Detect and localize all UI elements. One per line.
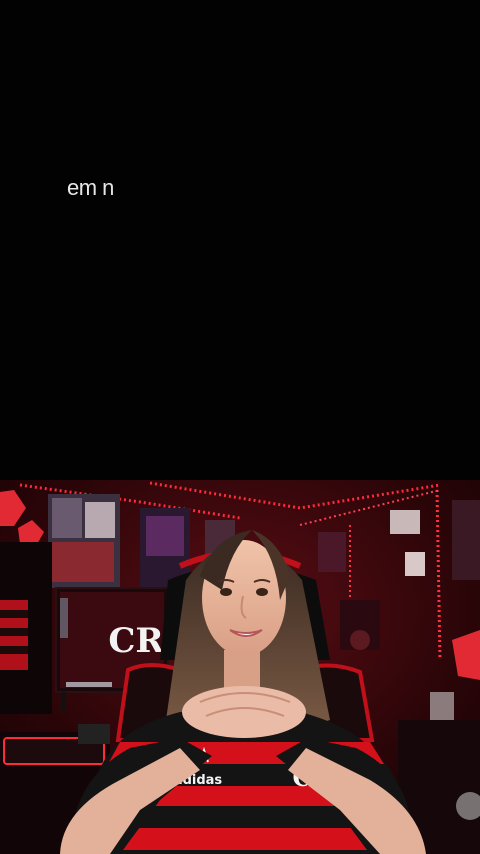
gaming-room-scene: CR adidas <box>0 480 480 854</box>
neck <box>224 650 260 690</box>
caption-fade <box>110 170 170 206</box>
webcam-video-frame: CR adidas <box>0 480 480 854</box>
caption-text: em n <box>67 175 114 200</box>
svg-text:CR: CR <box>108 621 164 661</box>
left-monitor <box>0 542 52 714</box>
black-caption-area: em n <box>0 0 480 480</box>
